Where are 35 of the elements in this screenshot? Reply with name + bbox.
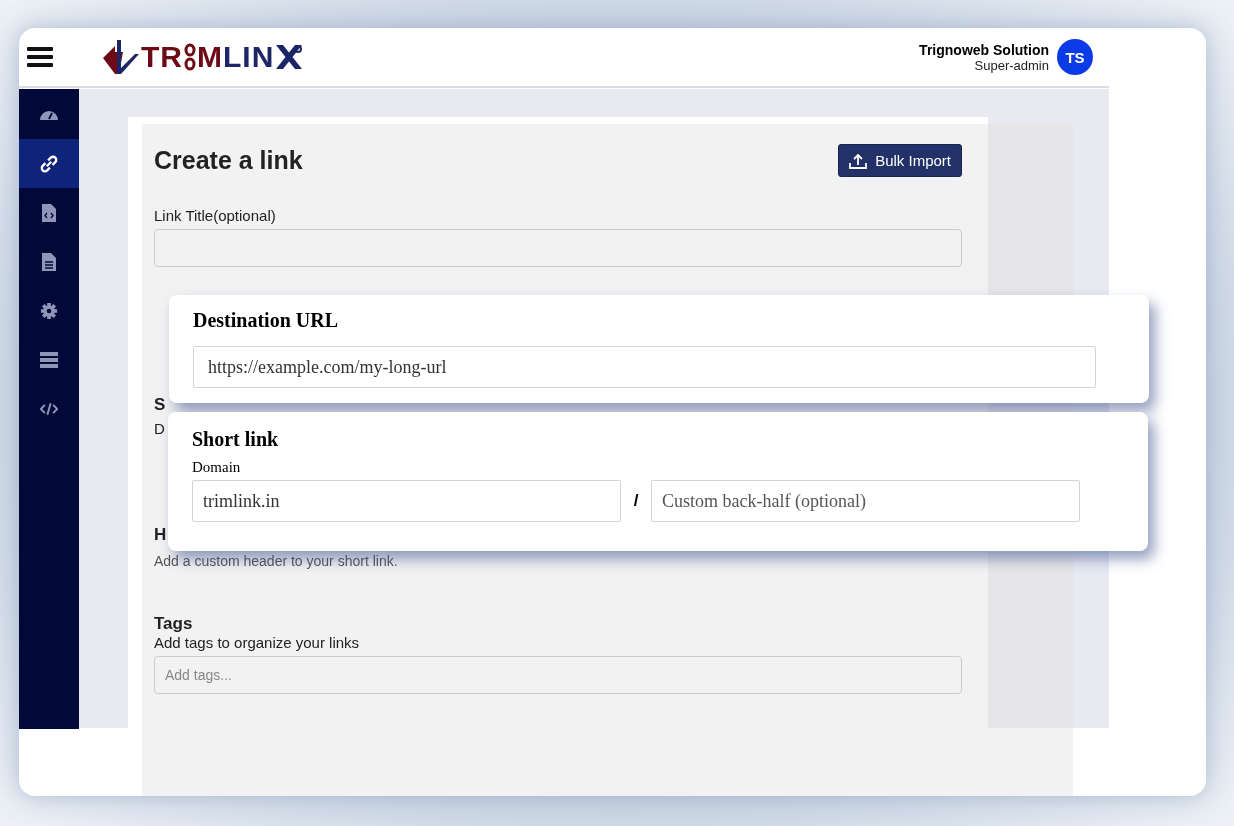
link-icon [40, 154, 58, 173]
code-file-icon [40, 203, 58, 222]
domain-field[interactable]: trimlink.in [192, 480, 621, 522]
user-name: Trignoweb Solution [919, 41, 1049, 58]
user-avatar[interactable]: TS [1057, 39, 1093, 75]
field-label: D [154, 420, 165, 437]
sidebar-item[interactable] [19, 139, 79, 188]
logo-text: LIN [223, 42, 275, 72]
tags-field[interactable]: Add tags... [154, 656, 962, 694]
logo-text: M [197, 42, 223, 72]
section-heading: S [154, 395, 166, 415]
page-title: Create a link [154, 146, 303, 175]
section-heading: H [154, 525, 167, 545]
logo-text: TR [141, 42, 183, 72]
scissors-x-icon [274, 43, 305, 71]
field-label: Link Title(optional) [154, 207, 277, 224]
logo-mark-icon [101, 38, 141, 76]
section-hint: Add a custom header to your short link. [154, 553, 398, 569]
section-hint: Add tags to organize your links [154, 634, 361, 651]
settings-icon [40, 301, 58, 320]
upload-icon [849, 152, 868, 169]
document-icon [40, 252, 58, 271]
field-label: Domain [192, 459, 242, 476]
back-half-field[interactable]: Custom back-half (optional) [651, 480, 1080, 522]
path-separator: / [632, 491, 640, 511]
card-title: Short link [192, 428, 280, 451]
gauge-icon [39, 109, 59, 120]
bulk-import-button[interactable]: Bulk Import [838, 144, 962, 177]
user-role: Super-admin [974, 57, 1049, 73]
chain-icon [184, 42, 196, 72]
destination-url-field[interactable]: https://example.com/my-long-url [193, 346, 1096, 388]
server-icon [40, 350, 58, 369]
card-title: Destination URL [193, 309, 339, 332]
menu-icon[interactable] [27, 46, 53, 68]
section-heading: Tags [154, 614, 194, 634]
